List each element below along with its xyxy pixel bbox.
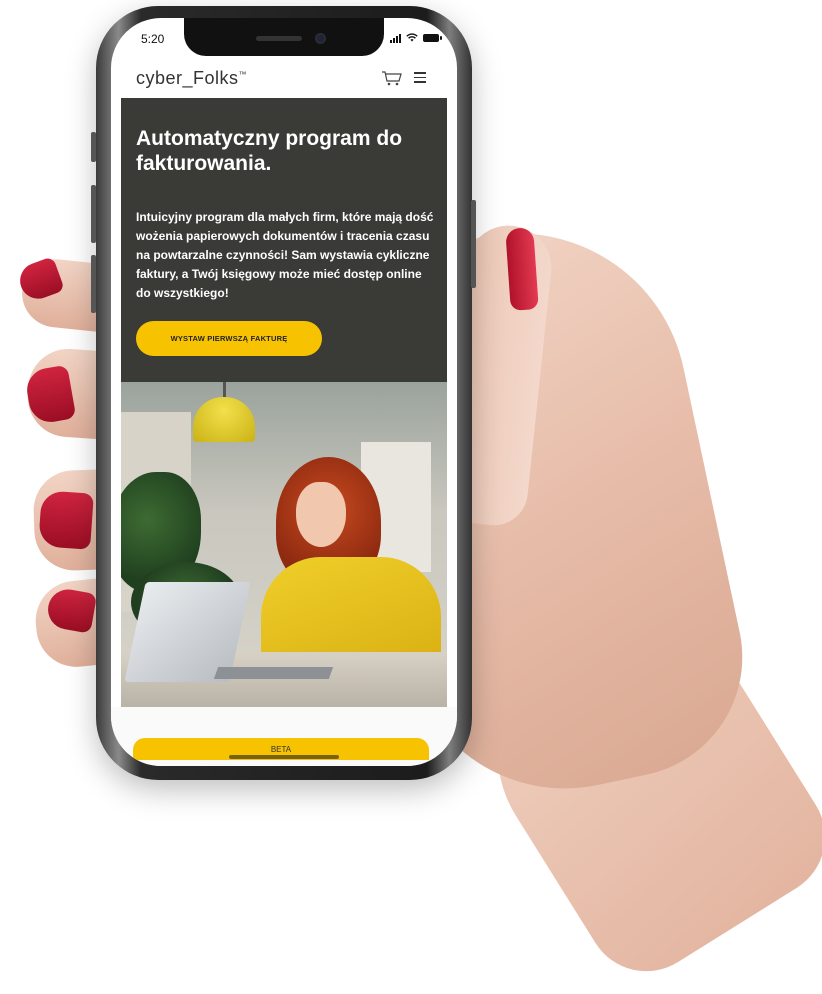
hero-description: Intuicyjny program dla małych firm, któr… <box>136 210 434 300</box>
brand-logo[interactable]: cyber_Folks™ <box>136 68 247 89</box>
status-time: 5:20 <box>141 32 165 46</box>
photo-woman-face <box>296 482 346 547</box>
battery-icon <box>423 34 442 42</box>
phone-volume-up <box>91 185 96 243</box>
speaker-grille <box>256 36 302 41</box>
hero-title: Automatyczny program do fakturowania. <box>136 127 403 175</box>
wifi-icon <box>406 32 418 44</box>
photo-keyboard <box>213 667 334 679</box>
thumb-nail <box>505 227 539 311</box>
cart-icon[interactable] <box>381 70 403 86</box>
home-indicator[interactable] <box>229 755 339 759</box>
hero-photo <box>121 382 447 707</box>
app-header: cyber_Folks™ <box>111 62 457 100</box>
signal-icon <box>390 33 401 43</box>
status-icons <box>390 32 442 44</box>
front-camera <box>315 33 326 44</box>
phone-silent-switch <box>91 132 96 162</box>
phone-power-button <box>471 200 476 288</box>
photo-lamp <box>193 397 255 442</box>
fingernail <box>38 490 94 550</box>
brand-logo-text: cyber_Folks <box>136 68 239 88</box>
hero-section: Automatyczny program do fakturowania. In… <box>121 98 447 382</box>
phone-volume-down <box>91 255 96 313</box>
trademark-mark: ™ <box>238 70 248 79</box>
notch <box>184 18 384 56</box>
hamburger-menu-icon[interactable] <box>414 72 426 83</box>
issue-first-invoice-button[interactable]: WYSTAW PIERWSZĄ FAKTURĘ <box>136 321 322 356</box>
phone-screen: 5:20 cyber_Folks™ Automatyczny program d… <box>111 18 457 766</box>
